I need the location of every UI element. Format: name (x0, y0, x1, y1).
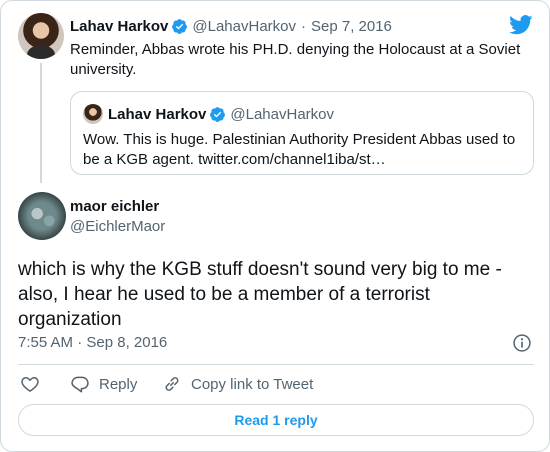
copy-link-button[interactable]: Copy link to Tweet (162, 373, 313, 395)
header-separator: · (301, 17, 306, 35)
read-replies-button[interactable]: Read 1 reply (18, 404, 534, 436)
quoted-tweet-header: Lahav Harkov @LahavHarkov (108, 104, 334, 124)
actions-divider (18, 364, 534, 365)
tweet-actions: Reply Copy link to Tweet (18, 373, 538, 395)
avatar-lahav-harkov[interactable] (18, 13, 64, 59)
parent-author-handle[interactable]: @LahavHarkov (192, 18, 296, 35)
parent-tweet-text: Reminder, Abbas wrote his PH.D. denying … (70, 41, 521, 78)
thread-connector-line (40, 63, 42, 183)
heart-icon (21, 377, 39, 392)
copy-link-label: Copy link to Tweet (191, 375, 314, 393)
parent-author-name[interactable]: Lahav Harkov (70, 18, 168, 35)
reply-tweet-text: which is why the KGB stuff doesn't sound… (18, 259, 502, 330)
reply-author-handle[interactable]: @EichlerMaor (70, 218, 165, 235)
quoted-author-avatar (83, 104, 103, 124)
reply-tweet-timestamp[interactable]: 7:55 AM · Sep 8, 2016 (18, 334, 167, 351)
parent-tweet-header: Lahav Harkov @LahavHarkov · Sep 7, 2016 (70, 16, 392, 36)
embedded-tweet-card: Lahav Harkov @LahavHarkov · Sep 7, 2016 … (0, 0, 550, 452)
info-icon[interactable] (512, 333, 532, 353)
reply-button[interactable]: Reply (70, 373, 137, 395)
twitter-bird-icon[interactable] (509, 15, 533, 35)
quoted-tweet[interactable]: Lahav Harkov @LahavHarkov Wow. This is h… (70, 91, 534, 175)
like-button[interactable] (20, 373, 49, 395)
avatar-maor-eichler[interactable] (18, 192, 66, 240)
quoted-tweet-text: Wow. This is huge. Palestinian Authority… (83, 131, 516, 168)
link-icon (165, 377, 179, 391)
reply-author-name[interactable]: maor eichler (70, 198, 159, 215)
quoted-author-name: Lahav Harkov (108, 105, 207, 123)
verified-badge-icon (172, 18, 188, 34)
reply-icon (71, 376, 89, 393)
quoted-author-handle: @LahavHarkov (230, 105, 334, 123)
reply-label: Reply (99, 375, 138, 393)
parent-tweet-date[interactable]: Sep 7, 2016 (311, 18, 392, 35)
verified-badge-icon (210, 106, 226, 122)
